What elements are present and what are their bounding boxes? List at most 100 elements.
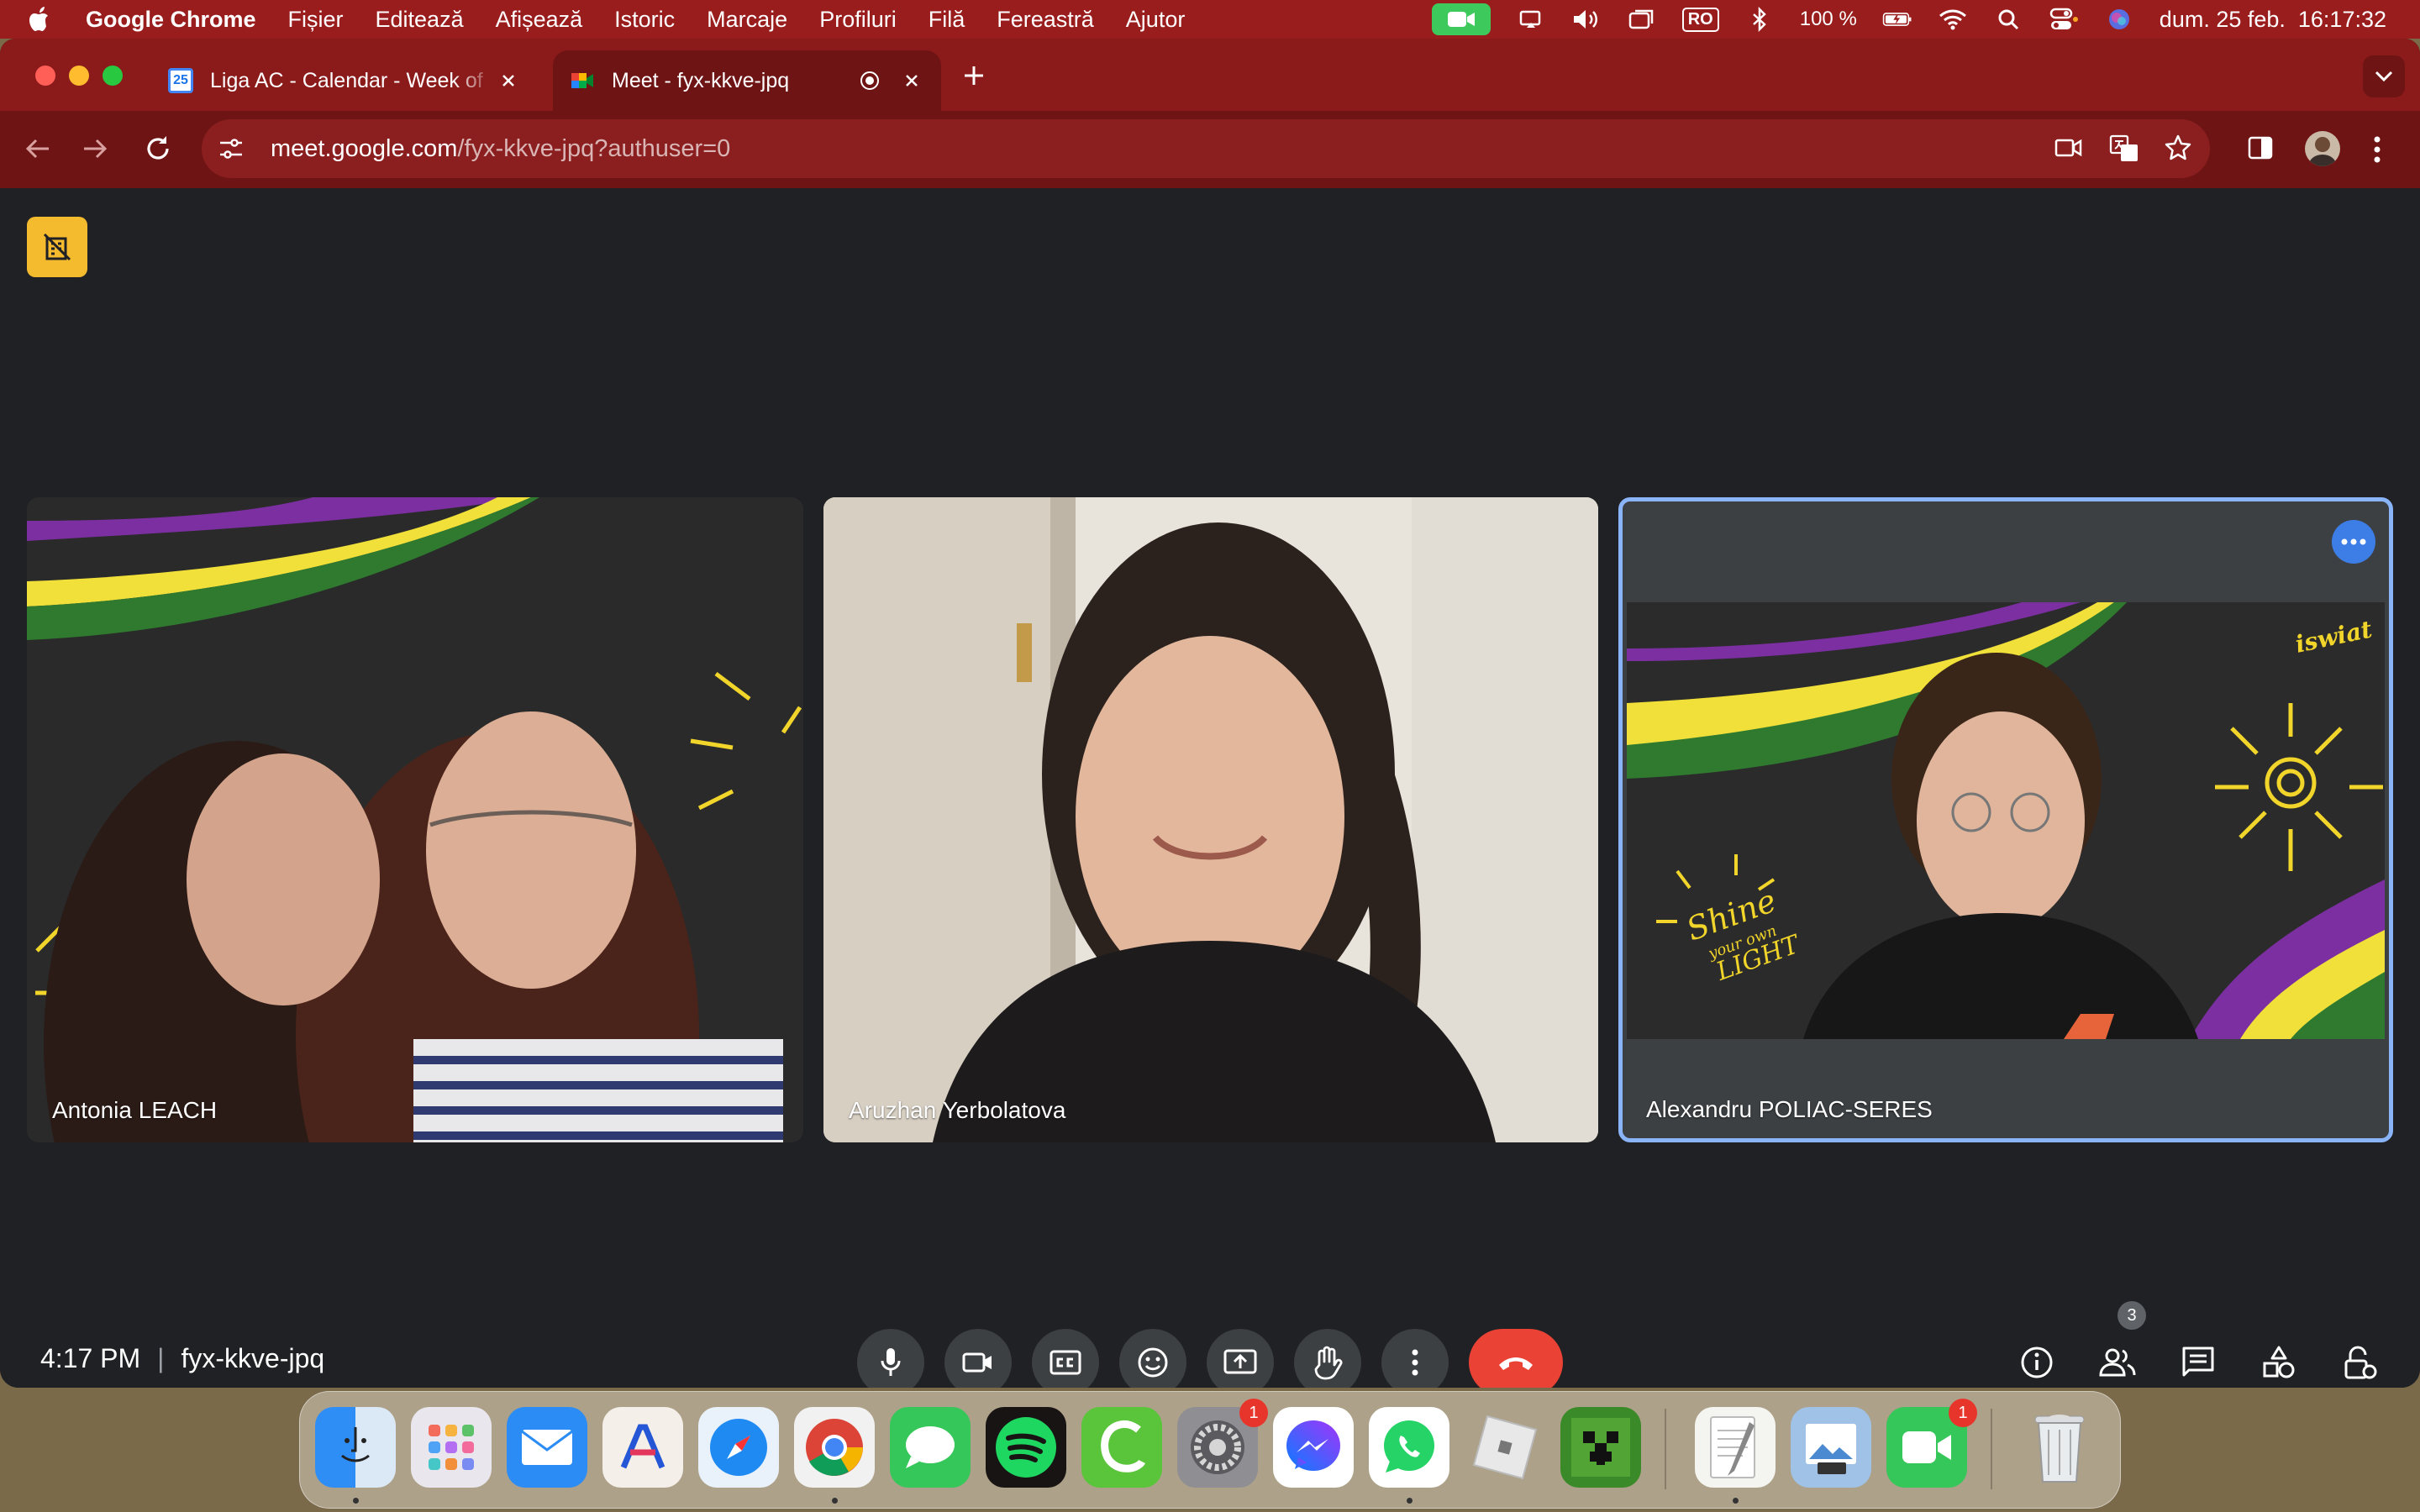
finder-icon[interactable]: [315, 1407, 396, 1488]
translate-icon[interactable]: [2109, 134, 2139, 163]
screen-mirroring-icon[interactable]: [1516, 7, 1546, 32]
meeting-details: 4:17 PM | fyx-kkve-jpq: [40, 1343, 324, 1374]
participant-name: Alexandru POLIAC-SERES: [1646, 1096, 1933, 1122]
menu-history[interactable]: Istoric: [614, 7, 675, 33]
new-tab-icon[interactable]: [962, 64, 986, 87]
running-indicator: [353, 1498, 359, 1504]
close-window-button[interactable]: [35, 66, 55, 86]
tab-title: Liga AC - Calendar - Week of: [210, 68, 483, 92]
safari-icon[interactable]: [698, 1407, 779, 1488]
captions-button[interactable]: [1032, 1329, 1099, 1388]
app-menu[interactable]: Google Chrome: [86, 7, 256, 33]
close-tab-icon[interactable]: [496, 68, 521, 93]
menu-edit[interactable]: Editează: [376, 7, 464, 33]
meet-icon: [570, 68, 595, 93]
menu-help[interactable]: Ajutor: [1126, 7, 1186, 33]
camera-in-use-icon[interactable]: [1431, 3, 1491, 35]
launchpad-icon[interactable]: [411, 1407, 492, 1488]
menu-window[interactable]: Fereastră: [997, 7, 1094, 33]
participant-video: [823, 497, 1598, 1142]
meeting-time: 4:17 PM: [40, 1343, 141, 1373]
spotify-icon[interactable]: [986, 1407, 1066, 1488]
tab-search-dropdown-icon[interactable]: [2363, 55, 2405, 97]
separator: |: [157, 1343, 165, 1373]
zoom-window-button[interactable]: [103, 66, 123, 86]
raise-hand-button[interactable]: [1294, 1329, 1361, 1388]
profile-avatar[interactable]: [2305, 131, 2340, 166]
menu-profiles[interactable]: Profiluri: [819, 7, 897, 33]
chat-icon[interactable]: [2173, 1337, 2223, 1388]
mail-icon[interactable]: [507, 1407, 587, 1488]
url-text[interactable]: meet.google.com/fyx-kkve-jpq?authuser=0: [271, 135, 730, 163]
background-doodle-text: Shine your own LIGHT: [1681, 882, 1805, 982]
people-icon[interactable]: [2092, 1337, 2143, 1388]
menu-bar: Google Chrome Fișier Editează Afișează I…: [0, 0, 2420, 39]
menu-tab[interactable]: Filă: [929, 7, 965, 33]
meet-stage: Antonia LEACH Aruzhan Yerbolatova Shine …: [0, 188, 2420, 1388]
recording-indicator-icon: [857, 68, 882, 93]
meeting-info-icon[interactable]: [2012, 1337, 2062, 1388]
menu-view[interactable]: Afișează: [496, 7, 583, 33]
participant-tile-aruzhan[interactable]: Aruzhan Yerbolatova: [823, 497, 1598, 1142]
camtasia-icon[interactable]: [1081, 1407, 1162, 1488]
bookmark-star-icon[interactable]: [2163, 133, 2193, 163]
battery-icon[interactable]: [1882, 7, 1912, 32]
meeting-protection-icon[interactable]: [27, 217, 87, 277]
stage-manager-icon[interactable]: [1627, 7, 1657, 32]
tab-meet[interactable]: Meet - fyx-kkve-jpq: [553, 50, 941, 111]
close-tab-icon[interactable]: [899, 68, 924, 93]
reload-icon[interactable]: [143, 134, 173, 164]
minimize-window-button[interactable]: [69, 66, 89, 86]
textedit-icon[interactable]: [1695, 1407, 1776, 1488]
menu-file[interactable]: Fișier: [288, 7, 344, 33]
leave-call-button[interactable]: [1469, 1329, 1563, 1388]
trash-icon[interactable]: [2019, 1407, 2100, 1488]
participant-tile-alexandru[interactable]: Shine your own LIGHT iswiat Alexandru PO…: [1618, 497, 2393, 1142]
messenger-icon[interactable]: [1273, 1407, 1354, 1488]
chrome-icon[interactable]: [794, 1407, 875, 1488]
bluetooth-icon[interactable]: [1744, 7, 1775, 32]
activities-icon[interactable]: [2254, 1337, 2304, 1388]
address-bar[interactable]: meet.google.com/fyx-kkve-jpq?authuser=0: [202, 119, 2210, 178]
preview-icon[interactable]: [1791, 1407, 1871, 1488]
apple-menu-icon[interactable]: [29, 6, 52, 33]
more-options-tile-icon[interactable]: [2332, 520, 2375, 564]
tab-title: Meet - fyx-kkve-jpq: [612, 68, 790, 92]
running-indicator: [832, 1498, 838, 1504]
present-screen-button[interactable]: [1207, 1329, 1274, 1388]
back-icon[interactable]: [24, 134, 52, 163]
microphone-button[interactable]: [857, 1329, 924, 1388]
participant-name: Aruzhan Yerbolatova: [849, 1097, 1066, 1123]
spotlight-search-icon[interactable]: [1993, 7, 2023, 32]
keyboard-layout-indicator[interactable]: RO: [1681, 7, 1719, 32]
host-controls-icon[interactable]: [2334, 1337, 2385, 1388]
tab-calendar[interactable]: 25 Liga AC - Calendar - Week of: [160, 50, 538, 111]
reactions-button[interactable]: [1119, 1329, 1186, 1388]
menubar-clock[interactable]: dum. 25 feb. 16:17:32: [2160, 7, 2386, 33]
volume-icon[interactable]: [1571, 7, 1602, 32]
font-book-icon[interactable]: [602, 1407, 683, 1488]
control-center-icon[interactable]: [2049, 7, 2079, 32]
whatsapp-icon[interactable]: [1369, 1407, 1449, 1488]
participant-name: Antonia LEACH: [52, 1097, 218, 1123]
participant-tile-antonia[interactable]: Antonia LEACH: [27, 497, 803, 1142]
calendar-icon-date: 25: [173, 73, 188, 87]
calendar-icon: 25: [168, 68, 193, 93]
site-settings-icon[interactable]: [217, 136, 245, 161]
running-indicator: [1407, 1498, 1413, 1504]
camera-button[interactable]: [944, 1329, 1012, 1388]
more-options-button[interactable]: [1381, 1329, 1449, 1388]
roblox-icon[interactable]: [1465, 1407, 1545, 1488]
forward-icon[interactable]: [81, 134, 109, 163]
camera-in-use-omnibox-icon[interactable]: [2054, 134, 2084, 161]
people-count-badge: 3: [2118, 1301, 2146, 1330]
side-panel-icon[interactable]: [2247, 134, 2274, 161]
facetime-badge: 1: [1949, 1399, 1977, 1427]
chrome-menu-icon[interactable]: [2371, 133, 2383, 166]
siri-icon[interactable]: [2104, 7, 2134, 32]
messages-icon[interactable]: [890, 1407, 971, 1488]
brand-watermark: iswiat: [2293, 615, 2375, 658]
wifi-icon[interactable]: [1938, 7, 1968, 32]
menu-bookmarks[interactable]: Marcaje: [707, 7, 787, 33]
minecraft-icon[interactable]: [1560, 1407, 1641, 1488]
